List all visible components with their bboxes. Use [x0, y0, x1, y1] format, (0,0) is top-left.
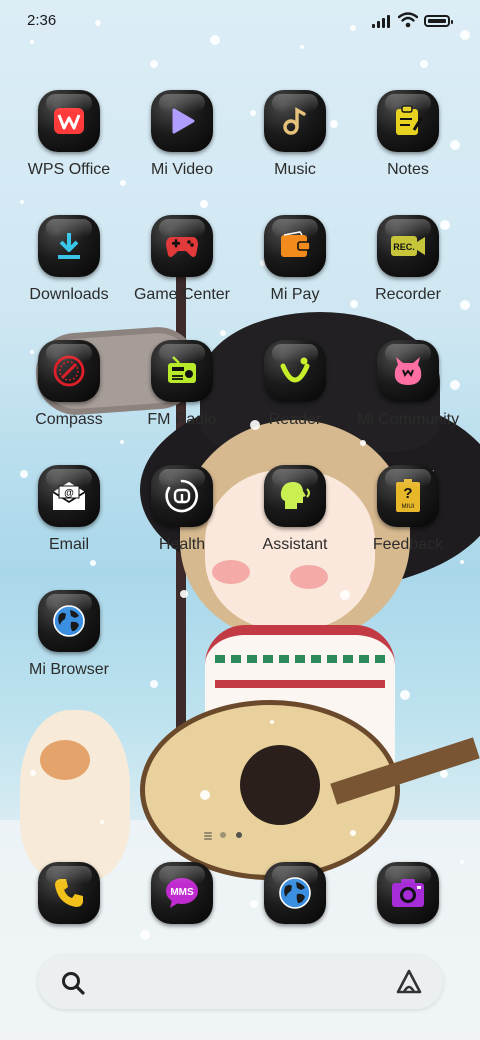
- snowflake: [400, 690, 410, 700]
- app-wps-office[interactable]: WPS Office: [13, 90, 125, 200]
- wallpaper-cat-patch: [40, 740, 90, 780]
- radio-icon: [151, 340, 213, 402]
- app-compass[interactable]: Compass: [13, 340, 125, 450]
- app-reader[interactable]: Reader: [239, 340, 351, 450]
- notes-icon: [377, 90, 439, 152]
- phone-icon: [38, 862, 100, 924]
- page-dot-active[interactable]: [236, 832, 242, 838]
- snowflake: [30, 770, 36, 776]
- page-indicator: [200, 829, 260, 841]
- status-time: 2:36: [27, 12, 57, 29]
- search-icon: [62, 972, 85, 995]
- search-bar[interactable]: [38, 955, 443, 1009]
- svg-text:REC.: REC.: [393, 242, 415, 252]
- app-assistant[interactable]: Assistant: [239, 465, 351, 575]
- snowflake: [200, 790, 210, 800]
- download-icon: [38, 215, 100, 277]
- camera-icon: [377, 862, 439, 924]
- app-mi-pay[interactable]: Mi Pay: [239, 215, 351, 325]
- page-indicator-menu: [204, 832, 212, 834]
- assistant-head-icon: [264, 465, 326, 527]
- wallpaper-cat: [20, 710, 130, 880]
- wifi-icon: [398, 12, 418, 28]
- dock-browser[interactable]: [239, 862, 351, 932]
- snowflake: [150, 60, 158, 68]
- dock-phone[interactable]: [13, 862, 125, 932]
- snowflake: [180, 590, 188, 598]
- app-mi-video[interactable]: Mi Video: [126, 90, 238, 200]
- snowflake: [340, 590, 350, 600]
- app-email[interactable]: @ Email: [13, 465, 125, 575]
- snowflake: [440, 770, 448, 778]
- snowflake: [300, 45, 304, 49]
- feedback-question-icon: ? MIUI: [377, 465, 439, 527]
- globe-icon: [264, 862, 326, 924]
- snowflake: [350, 830, 356, 836]
- wallpaper-guitar-hole: [240, 745, 320, 825]
- signal-icon: [372, 14, 392, 28]
- snowflake: [100, 820, 104, 824]
- svg-text:?: ?: [403, 485, 412, 502]
- compass-icon: [38, 340, 100, 402]
- assistant-triangle-icon[interactable]: [395, 968, 423, 996]
- app-game-center[interactable]: Game Center: [126, 215, 238, 325]
- app-label: Notes: [387, 161, 429, 178]
- app-downloads[interactable]: Downloads: [13, 215, 125, 325]
- app-label: Mi Browser: [28, 661, 109, 678]
- app-music[interactable]: Music: [239, 90, 351, 200]
- svg-text:MMS: MMS: [170, 887, 194, 898]
- snowflake: [220, 330, 226, 336]
- smile-icon: [264, 340, 326, 402]
- mms-icon: MMS: [151, 862, 213, 924]
- email-icon: @: [38, 465, 100, 527]
- status-bar: 2:36: [0, 0, 480, 42]
- app-mi-community[interactable]: Mi Community: [352, 340, 464, 450]
- svg-text:MIUI: MIUI: [402, 504, 415, 510]
- app-label: Recorder: [375, 286, 441, 303]
- music-note-icon: [264, 90, 326, 152]
- wallpaper-stripe: [215, 655, 385, 663]
- app-health[interactable]: Health: [126, 465, 238, 575]
- snowflake: [20, 200, 24, 204]
- app-label: Mi Community: [356, 411, 460, 428]
- battery-icon: [424, 15, 453, 27]
- play-icon: [151, 90, 213, 152]
- wallet-icon: [264, 215, 326, 277]
- mi-health-icon: [151, 465, 213, 527]
- dock-messages[interactable]: MMS: [126, 862, 238, 932]
- app-feedback[interactable]: ? MIUI Feedback: [352, 465, 464, 575]
- page-dot[interactable]: [220, 832, 226, 838]
- snowflake: [270, 720, 274, 724]
- app-fm-radio[interactable]: FM Radio: [126, 340, 238, 450]
- snowflake: [200, 200, 208, 208]
- gamepad-icon: [151, 215, 213, 277]
- mi-bunny-icon: [377, 340, 439, 402]
- app-notes[interactable]: Notes: [352, 90, 464, 200]
- app-label: Feedback: [372, 536, 444, 553]
- svg-text:@: @: [64, 488, 74, 499]
- snowflake: [150, 680, 158, 688]
- dock-camera[interactable]: [352, 862, 464, 932]
- snowflake: [420, 60, 428, 68]
- wps-office-icon: [38, 90, 100, 152]
- globe-icon: [38, 590, 100, 652]
- app-mi-browser[interactable]: Mi Browser: [13, 590, 125, 700]
- wallpaper-stripe: [215, 680, 385, 688]
- rec-camera-icon: REC.: [377, 215, 439, 277]
- app-recorder[interactable]: REC. Recorder: [352, 215, 464, 325]
